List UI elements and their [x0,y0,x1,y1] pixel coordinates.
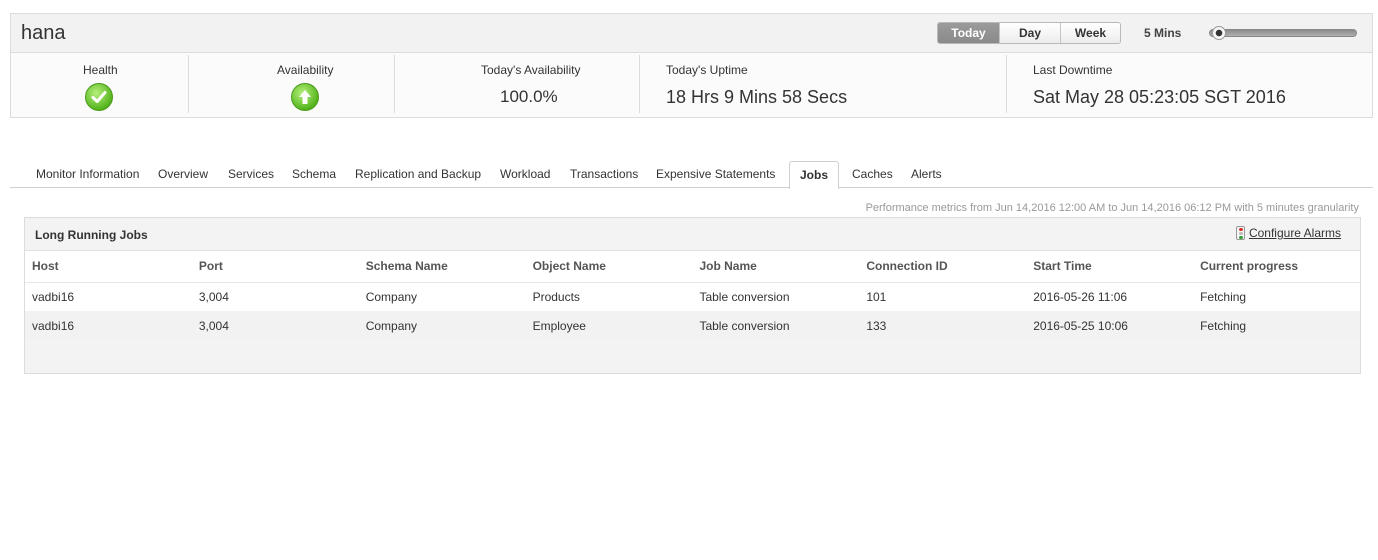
column-header-host[interactable]: Host [25,251,192,283]
traffic-light-icon [1235,226,1245,240]
availability-metric: Availability [189,53,394,117]
panel-title: Long Running Jobs [35,228,148,242]
cell-schema-name: Company [358,311,526,340]
metrics-row: Health Availability Today's Availability… [11,53,1372,117]
tab-alerts[interactable]: Alerts [911,161,942,188]
todays-availability-label: Today's Availability [481,63,581,77]
period-day-button[interactable]: Day [999,23,1060,43]
tab-monitor-information[interactable]: Monitor Information [36,161,139,188]
panel-header: Long Running Jobs Configure Alarms [25,218,1360,251]
column-header-current-progress[interactable]: Current progress [1193,251,1360,283]
monitor-name: hana [21,22,66,44]
last-downtime-metric: Last Downtime Sat May 28 05:23:05 SGT 20… [1007,53,1367,117]
tab-transactions[interactable]: Transactions [570,161,638,188]
tab-workload[interactable]: Workload [500,161,550,188]
monitor-header: hana Today Day Week 5 Mins Health Availa… [10,13,1373,118]
last-downtime-value: Sat May 28 05:23:05 SGT 2016 [1033,87,1286,107]
column-header-schema-name[interactable]: Schema Name [358,251,526,283]
tab-schema[interactable]: Schema [292,161,336,188]
column-header-connection-id[interactable]: Connection ID [859,251,1027,283]
cell-schema-name: Company [358,282,526,311]
cell-object-name: Employee [525,311,693,340]
period-selector: Today Day Week [937,22,1121,44]
interval-label: 5 Mins [1144,26,1182,40]
column-header-job-name[interactable]: Job Name [692,251,860,283]
tab-jobs[interactable]: Jobs [789,161,840,189]
period-today-button[interactable]: Today [938,23,999,43]
cell-connection-id: 101 [859,282,1027,311]
cell-host: vadbi16 [25,311,192,340]
cell-job-name: Table conversion [692,282,860,311]
cell-job-name: Table conversion [692,311,860,340]
cell-port: 3,004 [191,282,359,311]
tab-services[interactable]: Services [228,161,274,188]
configure-alarms-label: Configure Alarms [1248,226,1341,240]
cell-port: 3,004 [191,311,359,340]
period-week-button[interactable]: Week [1060,23,1120,43]
cell-host: vadbi16 [25,282,192,311]
cell-start-time: 2016-05-25 10:06 [1026,311,1194,340]
health-label: Health [83,63,118,77]
jobs-table: Host Port Schema Name Object Name Job Na… [25,251,1360,340]
tab-bar: Monitor Information Overview Services Sc… [10,161,1373,189]
column-header-object-name[interactable]: Object Name [525,251,693,283]
last-downtime-label: Last Downtime [1033,63,1113,77]
todays-availability-value: 100.0% [500,87,558,106]
cell-current-progress: Fetching [1193,311,1360,340]
health-check-icon [85,83,113,111]
configure-alarms-link[interactable]: Configure Alarms [1235,226,1341,240]
tab-caches[interactable]: Caches [852,161,893,188]
interval-slider-handle[interactable] [1212,26,1226,40]
tab-overview[interactable]: Overview [158,161,208,188]
todays-uptime-label: Today's Uptime [666,63,748,77]
availability-up-arrow-icon [291,83,319,111]
cell-current-progress: Fetching [1193,282,1360,311]
column-header-start-time[interactable]: Start Time [1026,251,1194,283]
availability-label: Availability [277,63,334,77]
table-header-row: Host Port Schema Name Object Name Job Na… [25,251,1360,283]
tab-replication-and-backup[interactable]: Replication and Backup [355,161,481,188]
column-header-port[interactable]: Port [191,251,359,283]
todays-uptime-value: 18 Hrs 9 Mins 58 Secs [666,87,848,107]
table-row: vadbi16 3,004 Company Products Table con… [25,282,1360,311]
interval-slider-track[interactable] [1209,29,1357,37]
title-bar: hana Today Day Week 5 Mins [11,14,1372,53]
long-running-jobs-panel: Long Running Jobs Configure Alarms Host … [24,217,1361,374]
todays-uptime-metric: Today's Uptime 18 Hrs 9 Mins 58 Secs [640,53,1006,117]
tab-expensive-statements[interactable]: Expensive Statements [656,161,775,188]
cell-start-time: 2016-05-26 11:06 [1026,282,1194,311]
cell-connection-id: 133 [859,311,1027,340]
cell-object-name: Products [525,282,693,311]
health-metric: Health [11,53,188,117]
performance-metrics-note: Performance metrics from Jun 14,2016 12:… [865,202,1359,214]
todays-availability-metric: Today's Availability 100.0% [395,53,639,117]
table-row: vadbi16 3,004 Company Employee Table con… [25,311,1360,340]
